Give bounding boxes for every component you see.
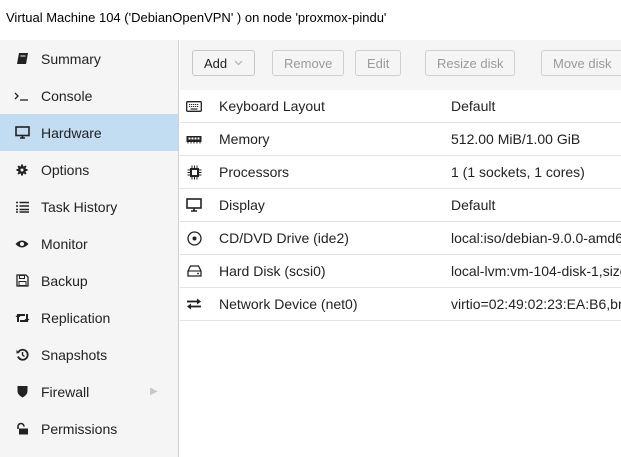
memory-icon: [184, 123, 204, 155]
sidebar-item-label: Hardware: [41, 124, 102, 141]
sidebar-item-summary[interactable]: Summary: [0, 40, 178, 77]
sidebar-item-label: Permissions: [41, 420, 118, 437]
sidebar-item-label: Backup: [41, 272, 88, 289]
sidebar-item-label: Monitor: [41, 235, 88, 252]
retweet-icon: [14, 312, 30, 324]
hardware-name: Display: [219, 197, 265, 213]
network-icon: [184, 288, 204, 320]
sidebar-item-options[interactable]: Options: [0, 151, 178, 188]
hardware-value: 512.00 MiB/1.00 GiB: [451, 131, 581, 147]
hardware-value: 1 (1 sockets, 1 cores): [451, 164, 585, 180]
resize-disk-button[interactable]: Resize disk: [425, 50, 516, 76]
window-title: Virtual Machine 104 ('DebianOpenVPN' ) o…: [6, 10, 387, 25]
hardware-row-harddisk[interactable]: Hard Disk (scsi0) local-lvm:vm-104-disk-…: [180, 255, 621, 288]
hardware-name: Keyboard Layout: [219, 98, 325, 114]
hardware-row-keyboard[interactable]: Keyboard Layout Default: [180, 90, 621, 123]
add-button[interactable]: Add: [192, 50, 256, 76]
list-icon: [14, 201, 30, 213]
hardware-name: Hard Disk (scsi0): [219, 263, 326, 279]
hardware-value: virtio=02:49:02:23:EA:B6,bridge=vmbr0: [451, 296, 621, 312]
hardware-row-cdrom[interactable]: CD/DVD Drive (ide2) local:iso/debian-9.0…: [180, 222, 621, 255]
hardware-name: Memory: [219, 131, 270, 147]
hardware-row-display[interactable]: Display Default: [180, 189, 621, 222]
sidebar-item-console[interactable]: Console: [0, 77, 178, 114]
shield-icon: [14, 385, 30, 398]
sidebar-item-label: Summary: [41, 50, 101, 67]
hardware-grid: Keyboard Layout Default Memory 512.00 Mi…: [180, 90, 621, 321]
hardware-value: local-lvm:vm-104-disk-1,size=32G: [451, 263, 621, 279]
unlock-icon: [14, 422, 30, 435]
hardware-row-processors[interactable]: Processors 1 (1 sockets, 1 cores): [180, 156, 621, 189]
sidebar: Summary Console Hardware Options Task Hi…: [0, 40, 179, 457]
cdrom-icon: [184, 222, 204, 254]
remove-button[interactable]: Remove: [272, 50, 345, 76]
sidebar-item-snapshots[interactable]: Snapshots: [0, 336, 178, 373]
cpu-icon: [184, 156, 204, 188]
book-icon: [14, 52, 30, 65]
chevron-right-icon[interactable]: ▶: [150, 373, 158, 410]
sidebar-item-label: Snapshots: [41, 346, 108, 363]
hardware-toolbar: Add Remove Edit Resize disk Move disk: [180, 40, 621, 90]
keyboard-icon: [184, 90, 204, 122]
move-disk-button[interactable]: Move disk: [541, 50, 621, 76]
history-icon: [14, 348, 30, 361]
sidebar-item-label: Firewall: [41, 383, 90, 400]
sidebar-item-replication[interactable]: Replication: [0, 299, 178, 336]
sidebar-item-label: Options: [41, 161, 90, 178]
sidebar-item-label: Console: [41, 87, 93, 104]
sidebar-item-permissions[interactable]: Permissions: [0, 410, 178, 447]
sidebar-item-label: Replication: [41, 309, 111, 326]
hardware-value: local:iso/debian-9.0.0-amd64-netinst.iso…: [451, 230, 621, 246]
gear-icon: [14, 164, 30, 176]
floppy-icon: [14, 274, 30, 287]
hardware-value: Default: [451, 197, 496, 213]
add-button-label: Add: [204, 55, 228, 71]
hardware-row-memory[interactable]: Memory 512.00 MiB/1.00 GiB: [180, 123, 621, 156]
sidebar-item-hardware[interactable]: Hardware: [0, 114, 178, 151]
sidebar-item-firewall[interactable]: Firewall ▶: [0, 373, 178, 410]
hardware-row-network[interactable]: Network Device (net0) virtio=02:49:02:23…: [180, 288, 621, 321]
sidebar-item-label: Task History: [41, 198, 118, 215]
hardware-value: Default: [451, 98, 496, 114]
eye-icon: [14, 239, 30, 249]
edit-button[interactable]: Edit: [355, 50, 402, 76]
harddisk-icon: [184, 255, 204, 287]
display-icon: [184, 189, 204, 221]
hardware-name: Network Device (net0): [219, 296, 358, 312]
sidebar-item-monitor[interactable]: Monitor: [0, 225, 178, 262]
hardware-name: CD/DVD Drive (ide2): [219, 230, 349, 246]
desktop-icon: [14, 126, 30, 139]
sidebar-item-backup[interactable]: Backup: [0, 262, 178, 299]
terminal-icon: [14, 90, 30, 102]
chevron-down-icon: [234, 60, 243, 66]
hardware-name: Processors: [219, 164, 290, 180]
sidebar-item-task-history[interactable]: Task History: [0, 188, 178, 225]
